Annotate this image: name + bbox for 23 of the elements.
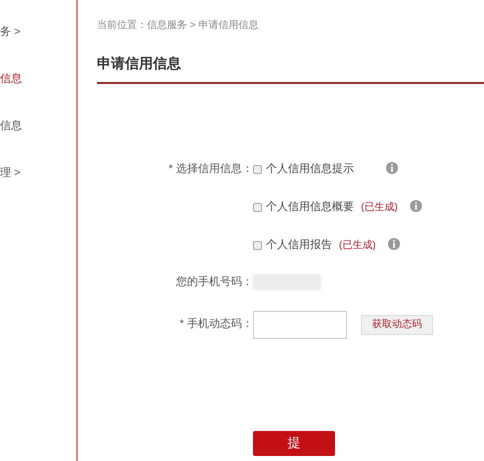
info-icon[interactable] <box>386 162 398 174</box>
checkbox[interactable] <box>253 240 262 250</box>
page-title: 申请信用信息 <box>97 55 181 71</box>
checkbox[interactable] <box>253 164 262 174</box>
option-label: 个人信用报告 <box>266 238 332 253</box>
sidebar-item[interactable]: 信息 <box>0 72 76 86</box>
breadcrumb: 当前位置：信息服务 > 申请信用信息 <box>97 19 260 32</box>
field-label: * 手机动态码： <box>178 316 253 332</box>
submit-button[interactable]: 提 <box>253 430 335 456</box>
info-icon[interactable] <box>410 200 422 212</box>
field-label: 您的手机号码： <box>175 275 253 290</box>
option-label: 个人信用信息提示 <box>266 162 354 177</box>
status-note: (已生成) <box>361 200 398 214</box>
status-note: (已生成) <box>339 238 376 252</box>
option-label: 个人信用信息概要 <box>266 200 354 215</box>
get-code-button[interactable]: 获取动态码 <box>361 314 433 334</box>
field-label: * 选择信用信息： <box>168 162 253 177</box>
sidebar-item[interactable]: 信息 <box>0 119 76 133</box>
input-field[interactable] <box>253 310 347 338</box>
sidebar-item[interactable]: 理 > <box>0 166 76 180</box>
info-icon[interactable] <box>388 238 400 250</box>
checkbox[interactable] <box>253 202 262 212</box>
sidebar-item[interactable]: 务 > <box>0 25 76 39</box>
